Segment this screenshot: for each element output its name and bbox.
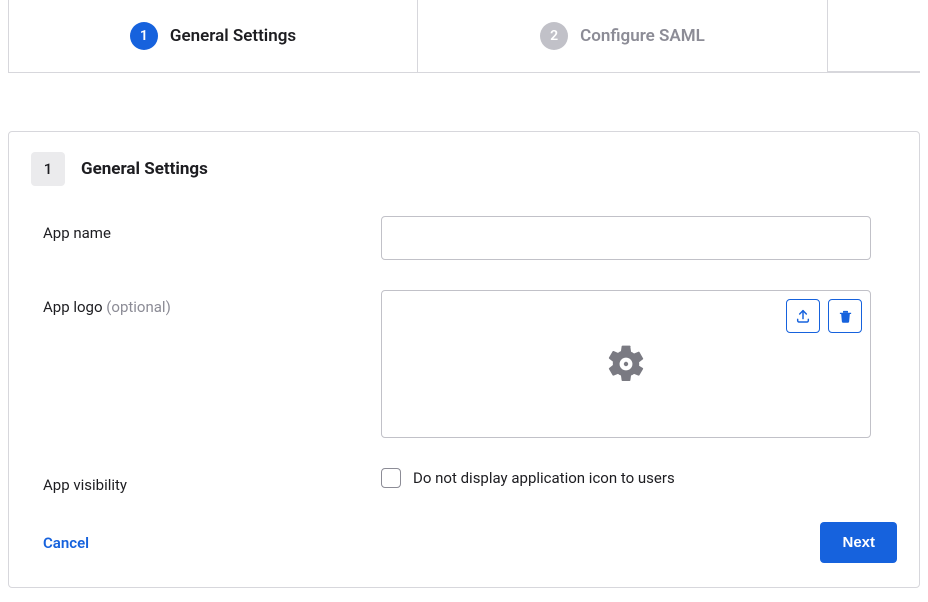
stepper-tab-configure-saml[interactable]: 2 Configure SAML (418, 0, 828, 72)
row-app-logo: App logo (optional) (31, 290, 897, 438)
trash-icon (838, 309, 853, 324)
step-label: Configure SAML (580, 26, 705, 46)
app-name-label: App name (31, 216, 381, 260)
row-app-visibility: App visibility Do not display applicatio… (31, 468, 897, 494)
panel-footer: Cancel Next (31, 522, 897, 563)
cancel-button[interactable]: Cancel (43, 534, 89, 552)
stepper-fill (828, 0, 920, 72)
step-label: General Settings (170, 26, 296, 46)
visibility-checkbox-label: Do not display application icon to users (413, 469, 675, 487)
row-app-name: App name (31, 216, 897, 260)
panel-title: General Settings (81, 159, 208, 179)
app-visibility-label: App visibility (31, 468, 381, 494)
upload-icon (795, 308, 811, 324)
upload-logo-button[interactable] (786, 299, 820, 333)
visibility-checkbox[interactable] (381, 468, 401, 488)
app-logo-dropzone[interactable] (381, 290, 871, 438)
next-button[interactable]: Next (820, 522, 897, 563)
step-number-badge: 1 (130, 22, 158, 50)
gear-icon (604, 342, 648, 386)
panel-step-number: 1 (31, 152, 65, 186)
panel-header: 1 General Settings (31, 152, 897, 186)
general-settings-panel: 1 General Settings App name App logo (op… (8, 131, 920, 588)
delete-logo-button[interactable] (828, 299, 862, 333)
step-number-badge: 2 (540, 22, 568, 50)
app-name-input[interactable] (381, 216, 871, 260)
stepper-tab-general-settings[interactable]: 1 General Settings (8, 0, 418, 72)
app-logo-optional: (optional) (106, 298, 171, 316)
stepper: 1 General Settings 2 Configure SAML (8, 0, 920, 73)
app-logo-label: App logo (43, 298, 106, 316)
